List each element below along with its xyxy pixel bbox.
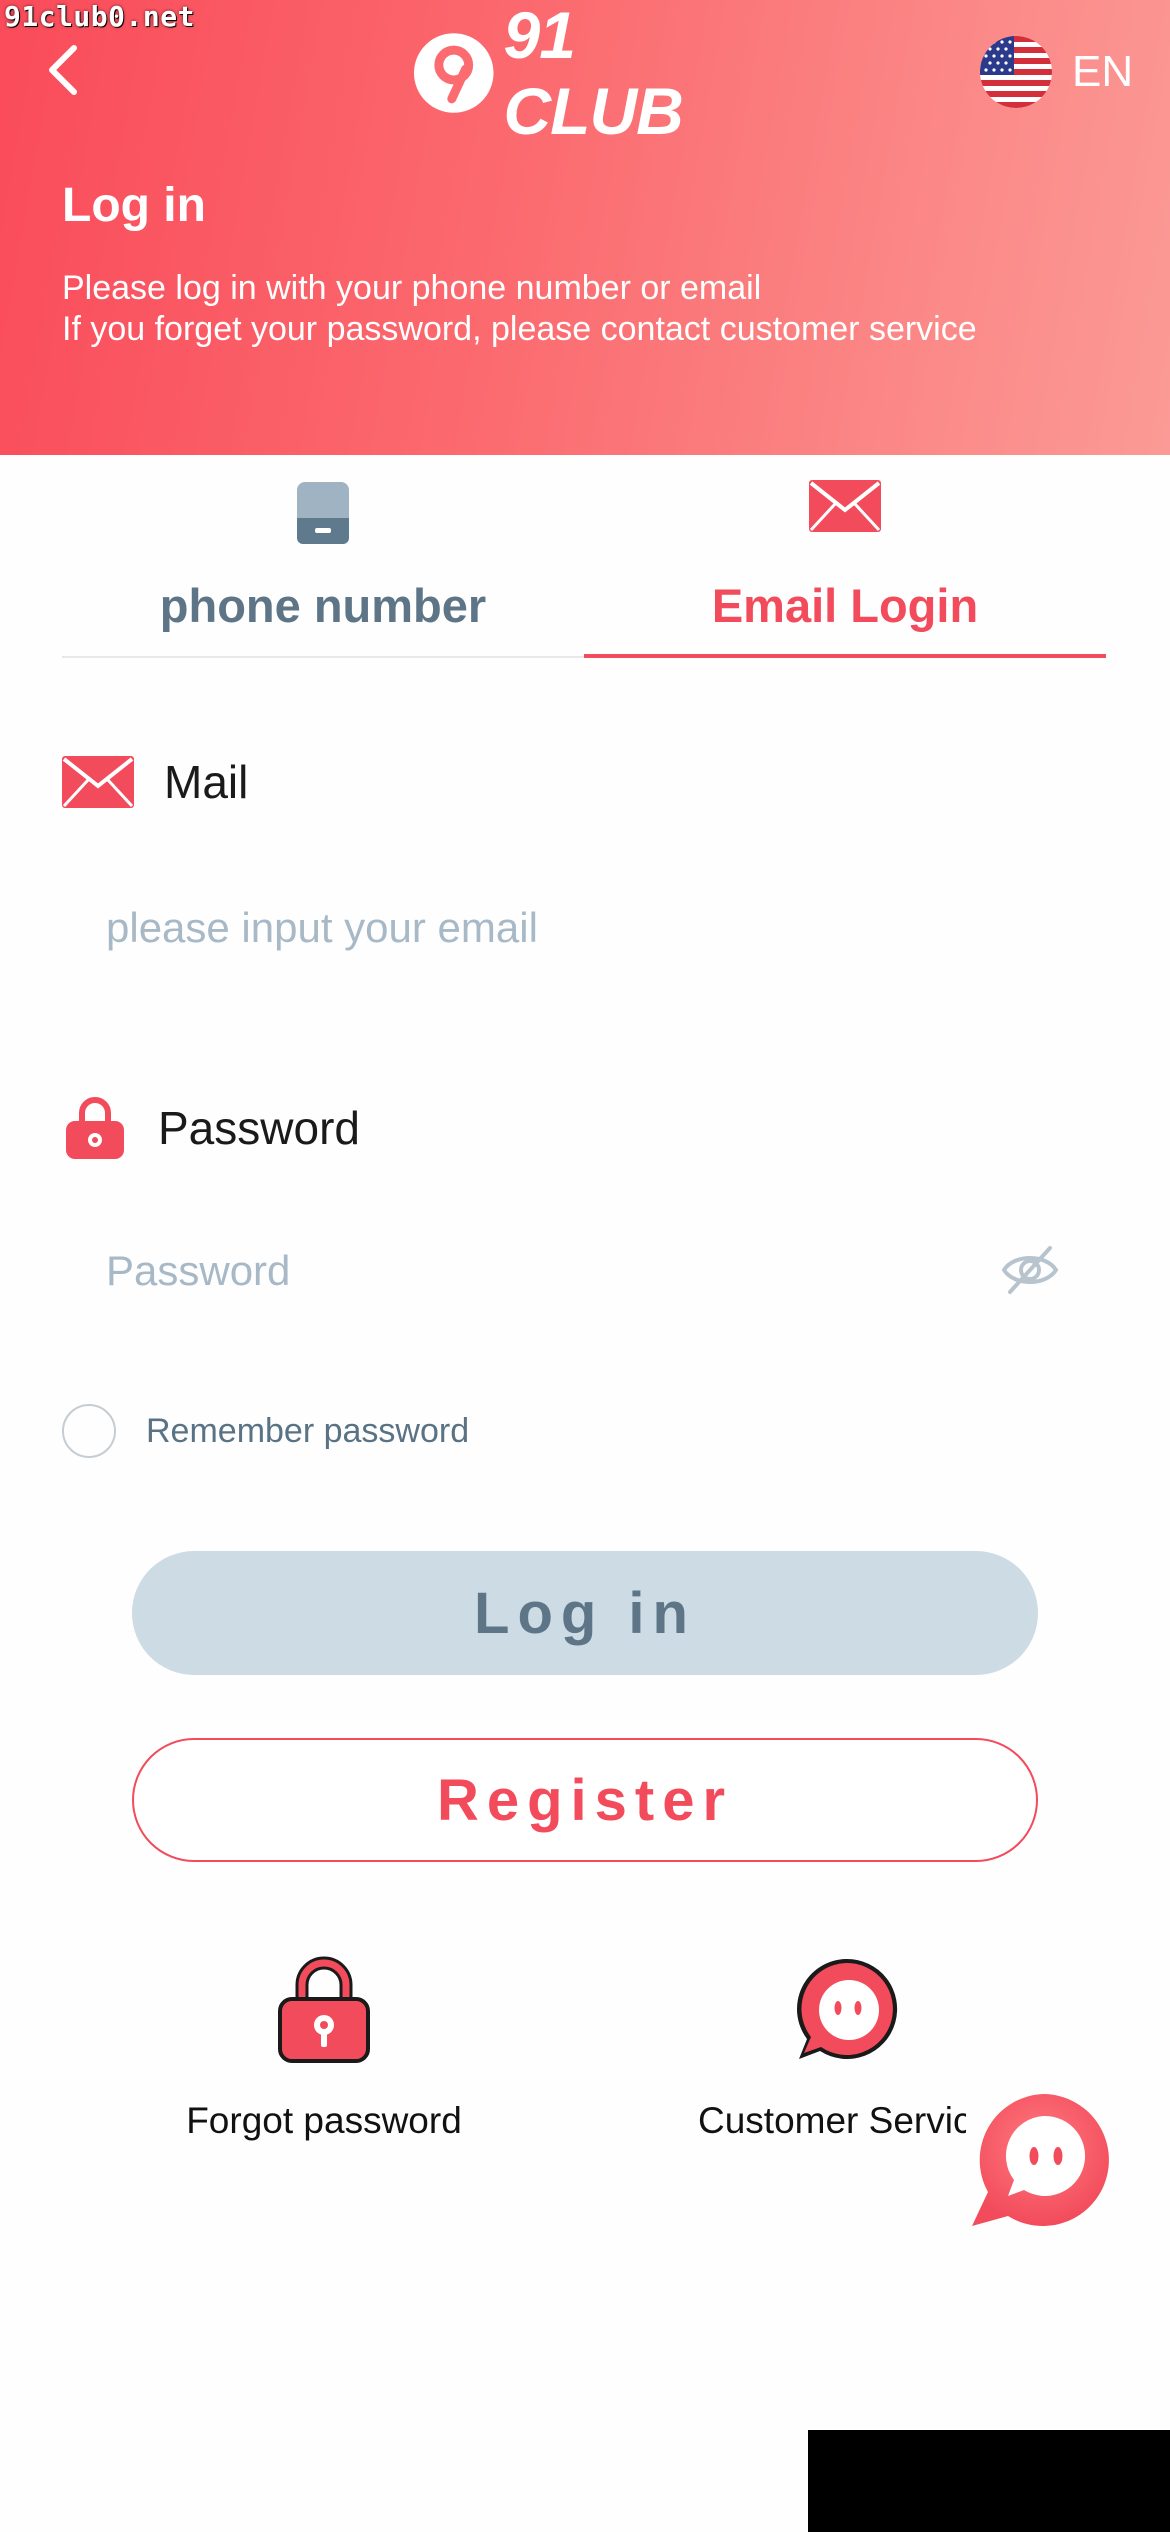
chat-bubble-icon — [972, 2094, 1109, 2226]
lock-icon — [276, 1955, 372, 2070]
mail-label-row: Mail — [62, 747, 248, 817]
logo-text: 91 CLUB — [503, 0, 683, 148]
mail-label: Mail — [164, 756, 249, 808]
logo: 91 CLUB — [410, 0, 770, 148]
login-page: 91club0.net 91 CLUB EN Log in Please log… — [0, 0, 1170, 2532]
language-label: EN — [1072, 47, 1134, 96]
description-line-1: Please log in with your phone number or … — [62, 269, 762, 307]
logo-circle-icon — [413, 32, 494, 113]
back-button[interactable] — [40, 40, 90, 100]
email-input[interactable] — [106, 893, 1006, 963]
eye-off-icon — [1001, 1246, 1059, 1294]
customer-service-label: Customer Service — [698, 2100, 966, 2141]
password-input[interactable] — [106, 1236, 966, 1306]
forgot-password-link[interactable]: Forgot password — [84, 1955, 564, 2155]
watermark: 91club0.net — [4, 0, 195, 33]
toggle-password-visibility[interactable] — [1000, 1240, 1060, 1300]
remember-password-checkbox[interactable]: Remember password — [62, 1401, 469, 1461]
customer-service-link[interactable]: Customer Service — [606, 1955, 966, 2155]
tab-phone-label: phone number — [159, 579, 487, 632]
register-button[interactable]: Register — [132, 1738, 1038, 1862]
header: 91club0.net 91 CLUB EN Log in Please log… — [0, 0, 1170, 455]
login-button[interactable]: Log in — [132, 1551, 1038, 1675]
floating-customer-service-button[interactable] — [968, 2088, 1114, 2234]
tab-phone-number[interactable]: phone number — [62, 470, 584, 658]
remember-password-label: Remember password — [146, 1411, 470, 1450]
password-label-row: Password — [62, 1093, 360, 1163]
mail-icon — [62, 756, 134, 808]
description-line-2: If you forget your password, please cont… — [62, 310, 977, 348]
us-flag-icon — [980, 36, 1052, 108]
tab-email-label: Email Login — [711, 579, 979, 632]
forgot-password-label: Forgot password — [186, 2100, 462, 2141]
lock-icon — [66, 1097, 124, 1159]
chat-bubble-icon — [791, 1955, 901, 2070]
black-overlay — [808, 2430, 1170, 2532]
password-label: Password — [158, 1102, 360, 1154]
page-title: Log in — [62, 179, 206, 232]
mail-icon — [809, 480, 881, 537]
chevron-left-icon — [49, 45, 77, 95]
tab-email-login[interactable]: Email Login — [584, 470, 1106, 658]
language-selector[interactable]: EN — [980, 32, 1133, 112]
phone-icon — [295, 480, 351, 551]
remember-radio[interactable] — [62, 1404, 116, 1458]
page-description: Please log in with your phone number or … — [62, 268, 977, 350]
